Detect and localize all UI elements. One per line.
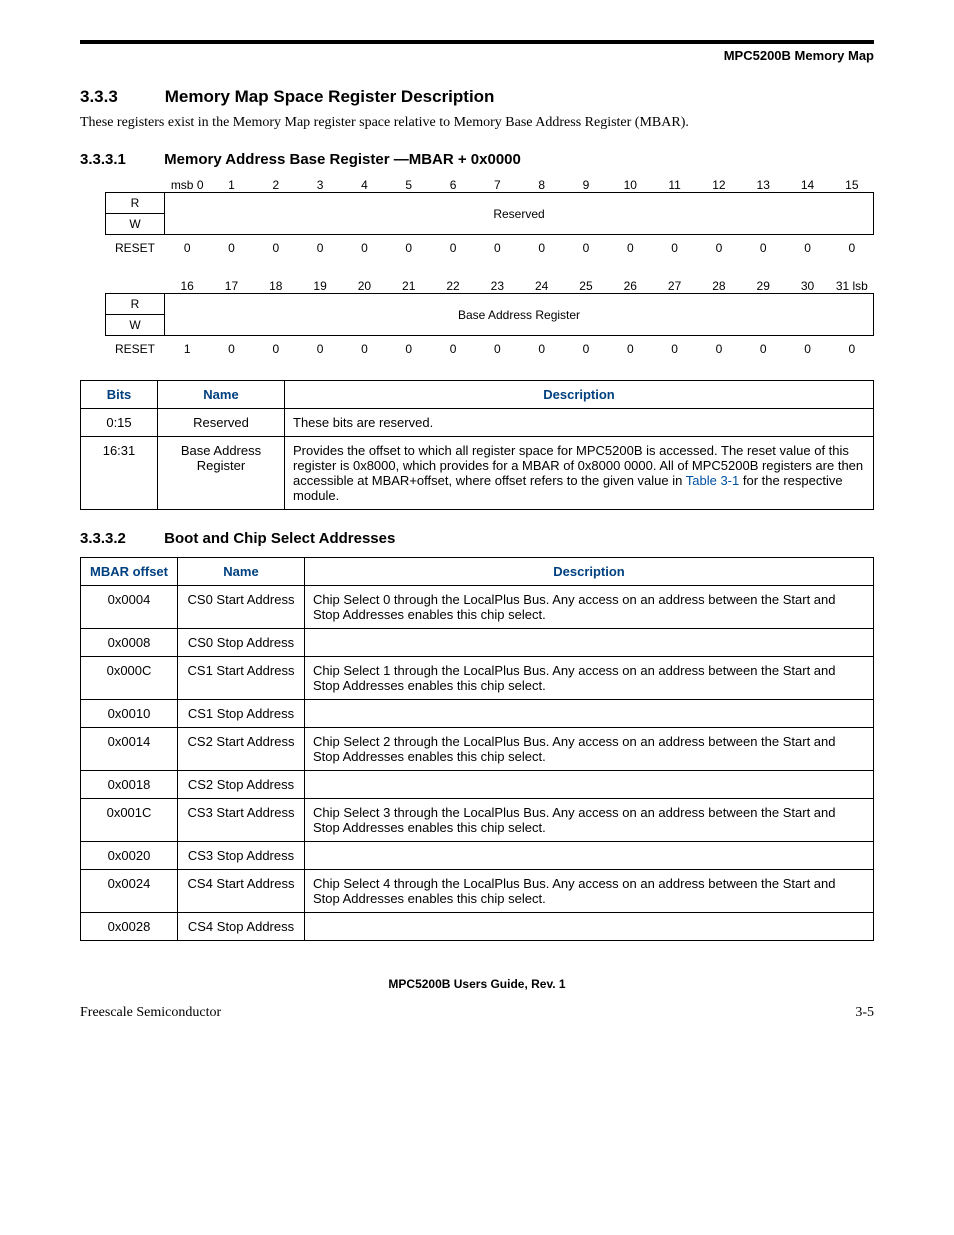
footer-doc-title: MPC5200B Users Guide, Rev. 1 (80, 977, 874, 991)
page-header-title: MPC5200B Memory Map (80, 48, 874, 63)
rw-w-label: W (105, 314, 165, 336)
section-number: 3.3.3 (80, 87, 160, 107)
table-row: 0x0008CS0 Stop Address (81, 629, 874, 657)
subsection-title: Memory Address Base Register —MBAR + 0x0… (164, 151, 521, 168)
bit-header-row-high: msb 0123 4567 891011 12131415 (105, 178, 874, 192)
rw-w-label: W (105, 213, 165, 235)
table-row: 0x0004CS0 Start AddressChip Select 0 thr… (81, 586, 874, 629)
table-row: 0x000CCS1 Start AddressChip Select 1 thr… (81, 657, 874, 700)
field-reserved: Reserved (165, 192, 874, 235)
table-header-row: Bits Name Description (81, 381, 874, 409)
reset-row-high: RESET 0000 0000 0000 0000 (105, 241, 874, 255)
chip-select-table: MBAR offset Name Description 0x0004CS0 S… (80, 557, 874, 941)
subsection-number: 3.3.3.2 (80, 530, 160, 547)
register-diagram: msb 0123 4567 891011 12131415 R W Reserv… (105, 178, 874, 356)
table-header-row: MBAR offset Name Description (81, 558, 874, 586)
section-heading: 3.3.3 Memory Map Space Register Descript… (80, 87, 874, 107)
table-row: 0:15 Reserved These bits are reserved. (81, 409, 874, 437)
register-field-high: R W Reserved (105, 192, 874, 235)
field-base-address: Base Address Register (165, 293, 874, 336)
table-row: 0x0010CS1 Stop Address (81, 700, 874, 728)
register-field-low: R W Base Address Register (105, 293, 874, 336)
table-row: 0x0020CS3 Stop Address (81, 842, 874, 870)
footer-row: Freescale Semiconductor 3-5 (80, 1005, 874, 1021)
section-intro: These registers exist in the Memory Map … (80, 115, 874, 131)
subsection-heading: 3.3.3.1 Memory Address Base Register —MB… (80, 151, 874, 168)
subsection-heading: 3.3.3.2 Boot and Chip Select Addresses (80, 530, 874, 547)
rw-r-label: R (105, 293, 165, 314)
footer-page-number: 3-5 (855, 1005, 874, 1021)
bits-description-table: Bits Name Description 0:15 Reserved Thes… (80, 380, 874, 510)
footer-left: Freescale Semiconductor (80, 1005, 221, 1021)
header-rule (80, 40, 874, 44)
subsection-title: Boot and Chip Select Addresses (164, 530, 395, 547)
reset-row-low: RESET 1000 0000 0000 0000 (105, 342, 874, 356)
bit-header-row-low: 16171819 20212223 24252627 28293031 lsb (105, 279, 874, 293)
table-row: 0x001CCS3 Start AddressChip Select 3 thr… (81, 799, 874, 842)
section-title: Memory Map Space Register Description (165, 87, 495, 106)
table-row: 0x0014CS2 Start AddressChip Select 2 thr… (81, 728, 874, 771)
table-row: 0x0028CS4 Stop Address (81, 913, 874, 941)
subsection-number: 3.3.3.1 (80, 151, 160, 168)
table-link[interactable]: Table 3-1 (686, 473, 739, 488)
table-row: 16:31 Base Address Register Provides the… (81, 437, 874, 510)
table-row: 0x0024CS4 Start AddressChip Select 4 thr… (81, 870, 874, 913)
table-row: 0x0018CS2 Stop Address (81, 771, 874, 799)
rw-r-label: R (105, 192, 165, 213)
